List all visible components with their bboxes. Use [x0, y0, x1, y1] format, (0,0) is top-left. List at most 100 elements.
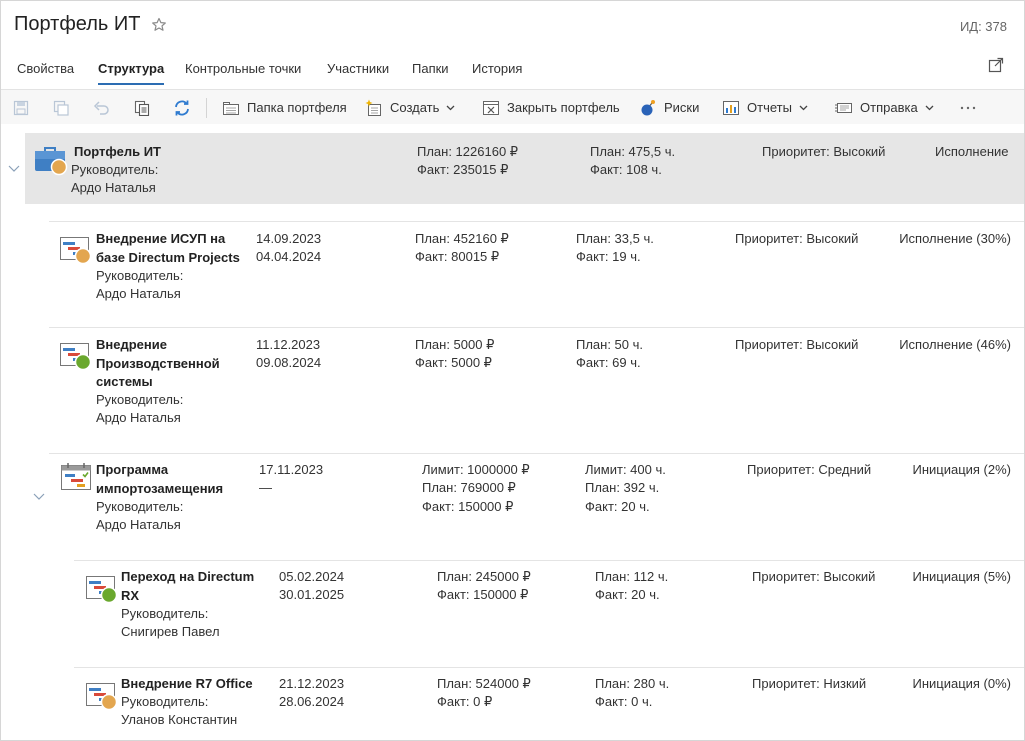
- project-name[interactable]: Внедрение R7 Office: [121, 675, 253, 694]
- status: Инициация (0%): [912, 676, 1011, 691]
- priority: Приоритет: Низкий: [752, 676, 867, 691]
- fact-cost: Факт: 150000 ₽: [437, 587, 529, 602]
- start-date: 05.02.2024: [279, 569, 345, 584]
- limit-cost: Лимит: 1000000 ₽: [422, 462, 530, 477]
- star-icon[interactable]: [151, 17, 167, 33]
- plan-cost: План: 1226160 ₽: [417, 144, 519, 159]
- project-row[interactable]: Внедрение ИСУП на базе Directum Projects …: [1, 221, 1024, 327]
- end-date: 04.04.2024: [256, 249, 322, 264]
- chevron-down-icon: [446, 105, 455, 110]
- project-gantt-icon: [60, 343, 92, 371]
- tab-milestones[interactable]: Контрольные точки: [185, 61, 301, 76]
- manager-label: Руководитель:: [121, 606, 209, 621]
- start-date: 11.12.2023: [256, 337, 321, 352]
- undo-icon: [93, 100, 109, 115]
- fact-cost: Факт: 150000 ₽: [422, 499, 514, 514]
- project-row[interactable]: Внедрение R7 Office Руководитель: Уланов…: [1, 667, 1024, 740]
- page-title-text: Портфель ИТ: [14, 13, 141, 35]
- copy-icon: [134, 100, 150, 116]
- manager-name[interactable]: Ардо Наталья: [96, 285, 181, 304]
- fact-cost: Факт: 80015 ₽: [415, 249, 500, 264]
- priority: Приоритет: Средний: [747, 462, 872, 477]
- tab-structure[interactable]: Структура: [98, 61, 165, 85]
- plan-hours: План: 33,5 ч.: [576, 231, 654, 246]
- save-close-icon: [53, 100, 69, 116]
- manager-name[interactable]: Ардо Наталья: [96, 409, 181, 428]
- tab-participants[interactable]: Участники: [327, 61, 389, 76]
- project-name[interactable]: Переход на Directum RX: [121, 568, 254, 605]
- plan-cost: План: 452160 ₽: [415, 231, 509, 246]
- plan-cost: План: 769000 ₽: [422, 480, 516, 495]
- save-and-close-button[interactable]: [53, 90, 69, 125]
- portfolio-row[interactable]: Портфель ИТ Руководитель: Ардо Наталья П…: [1, 133, 1024, 204]
- open-external-icon[interactable]: [988, 57, 1004, 73]
- start-date: 14.09.2023: [256, 231, 322, 246]
- project-gantt-icon: [86, 683, 118, 711]
- more-button[interactable]: [960, 90, 976, 125]
- program-name[interactable]: Программа импортозамещения: [96, 461, 223, 498]
- project-row[interactable]: Внедрение Производственной системы Руковод…: [1, 327, 1024, 453]
- create-button[interactable]: Создать: [365, 90, 455, 125]
- plan-hours: План: 112 ч.: [595, 569, 669, 584]
- risks-button[interactable]: Риски: [639, 90, 699, 125]
- close-portfolio-button[interactable]: Закрыть портфель: [482, 90, 620, 125]
- fact-hours: Факт: 20 ч.: [595, 587, 660, 602]
- manager-label: Руководитель:: [96, 268, 184, 283]
- manager-name[interactable]: Ардо Наталья: [71, 179, 156, 198]
- priority: Приоритет: Высокий: [735, 337, 859, 352]
- copy-button[interactable]: [134, 90, 150, 125]
- toolbar-separator: [206, 98, 207, 118]
- manager-label: Руководитель:: [96, 499, 184, 514]
- portfolio-folder-label: Папка портфеля: [247, 100, 347, 115]
- undo-button[interactable]: [93, 90, 111, 125]
- manager-label: Руководитель:: [96, 392, 184, 407]
- status: Исполнение: [935, 144, 1009, 159]
- fact-hours: Факт: 69 ч.: [576, 355, 641, 370]
- risks-bomb-icon: [641, 99, 655, 115]
- project-row[interactable]: Переход на Directum RX Руководитель: Сниг…: [1, 560, 1024, 667]
- portfolio-folder-button[interactable]: Папка портфеля: [222, 90, 347, 125]
- start-date: 17.11.2023: [259, 462, 324, 477]
- manager-name[interactable]: Уланов Константин: [121, 711, 237, 730]
- manager-label: Руководитель:: [121, 694, 209, 709]
- collapse-chevron-icon[interactable]: [33, 493, 45, 501]
- fact-cost: Факт: 0 ₽: [437, 694, 493, 709]
- project-gantt-icon: [86, 576, 118, 604]
- risks-label: Риски: [664, 100, 700, 115]
- fact-cost: Факт: 235015 ₽: [417, 162, 509, 177]
- project-gantt-icon: [60, 237, 92, 265]
- end-date: 09.08.2024: [256, 355, 322, 370]
- tab-properties[interactable]: Свойства: [17, 61, 74, 76]
- reports-label: Отчеты: [747, 100, 792, 115]
- chevron-down-icon: [925, 105, 934, 110]
- manager-name[interactable]: Ардо Наталья: [96, 516, 181, 535]
- fact-hours: Факт: 19 ч.: [576, 249, 641, 264]
- record-id: ИД: 378: [959, 19, 1007, 34]
- status: Инициация (2%): [912, 462, 1011, 477]
- plan-hours: План: 392 ч.: [585, 480, 660, 495]
- refresh-button[interactable]: [173, 90, 191, 125]
- manager-name[interactable]: Снигирев Павел: [121, 623, 220, 642]
- program-calendar-icon: [61, 463, 91, 490]
- program-row[interactable]: Программа импортозамещения Руководитель: …: [1, 453, 1024, 560]
- status: Исполнение (46%): [899, 337, 1011, 352]
- end-date: 28.06.2024: [279, 694, 345, 709]
- project-name[interactable]: Внедрение Производственной системы: [96, 336, 220, 392]
- start-date: 21.12.2023: [279, 676, 345, 691]
- status: Инициация (5%): [912, 569, 1011, 584]
- save-button[interactable]: [13, 90, 29, 125]
- send-button[interactable]: Отправка: [835, 90, 934, 125]
- toolbar: Папка портфеля Создать Закрыть портфель: [1, 89, 1024, 124]
- save-icon: [13, 100, 29, 115]
- reports-button[interactable]: Отчеты: [722, 90, 808, 125]
- project-name[interactable]: Внедрение ИСУП на базе Directum Projects: [96, 230, 240, 267]
- limit-hours: Лимит: 400 ч.: [585, 462, 666, 477]
- plan-hours: План: 475,5 ч.: [590, 144, 676, 159]
- fact-hours: Факт: 0 ч.: [595, 694, 653, 709]
- tab-history[interactable]: История: [472, 61, 522, 76]
- end-date: —: [259, 480, 272, 495]
- priority: Приоритет: Высокий: [735, 231, 859, 246]
- tab-folders[interactable]: Папки: [412, 61, 449, 76]
- collapse-chevron-icon[interactable]: [8, 165, 20, 173]
- refresh-icon: [175, 100, 189, 115]
